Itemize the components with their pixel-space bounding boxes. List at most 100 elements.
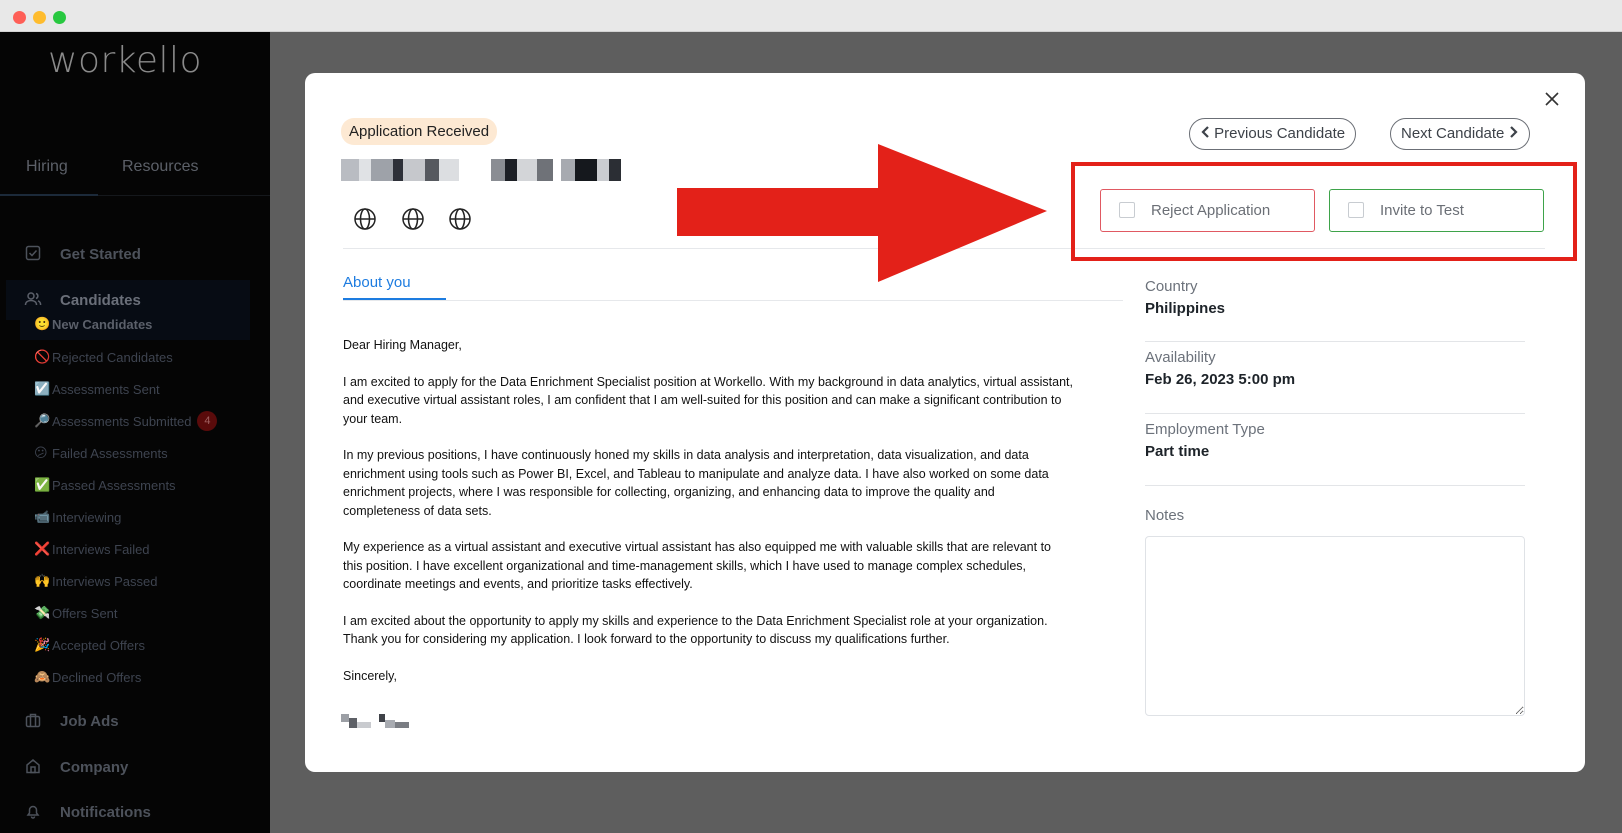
sidebar-item-label: Get Started — [60, 245, 141, 263]
invite-to-test-button[interactable]: Invite to Test — [1329, 189, 1544, 232]
country-field: Country Philippines — [1145, 278, 1525, 317]
previous-candidate-button[interactable]: Previous Candidate — [1189, 118, 1357, 150]
building-icon — [24, 758, 42, 776]
app-window: workello Hiring Resources Get Started Ca… — [0, 0, 1622, 833]
tab-about-you[interactable]: About you — [343, 274, 411, 291]
filter-assessments-sent[interactable]: ☑️ Assessments Sent — [34, 378, 160, 400]
letter-paragraph: I am excited about the opportunity to ap… — [343, 613, 1048, 647]
details-divider — [1145, 341, 1525, 342]
chevron-left-icon — [1200, 119, 1210, 149]
close-window-button[interactable] — [13, 11, 26, 24]
filter-assessments-submitted[interactable]: 🔎 Assessments Submitted 4 — [34, 410, 218, 432]
filter-new-candidates[interactable]: 🙂 New Candidates — [20, 308, 250, 340]
sidebar-item-get-started[interactable]: Get Started — [0, 234, 270, 274]
chevron-right-icon — [1509, 119, 1519, 149]
signature-redacted — [341, 714, 409, 728]
filter-label: Interviews Failed — [52, 541, 150, 557]
invite-to-test-label: Invite to Test — [1380, 202, 1464, 219]
sidebar-item-label: Company — [60, 758, 129, 776]
sidebar-item-notifications[interactable]: Notifications — [0, 792, 270, 832]
bell-icon — [24, 803, 42, 821]
letter-paragraph: Dear Hiring Manager, — [343, 338, 462, 352]
sidebar-tabs: Hiring Resources — [0, 158, 270, 198]
country-value: Philippines — [1145, 300, 1226, 317]
sidebar-item-job-ads[interactable]: Job Ads — [0, 701, 270, 741]
checkbox-icon — [24, 245, 42, 263]
close-modal-button[interactable] — [1541, 89, 1563, 111]
letter-paragraph: My experience as a virtual assistant and… — [343, 540, 1052, 591]
globe-icon[interactable] — [401, 207, 425, 231]
filter-interviewing[interactable]: 📹 Interviewing — [34, 506, 121, 528]
maximize-window-button[interactable] — [53, 11, 66, 24]
filter-label: Passed Assessments — [52, 477, 176, 493]
emoji-icon: 📹 — [34, 509, 51, 524]
candidate-name-redacted — [341, 159, 621, 183]
letter-paragraph: In my previous positions, I have continu… — [343, 448, 1049, 518]
app-logo[interactable]: workello — [48, 40, 202, 81]
candidate-modal: Application Received Previous Candidate … — [305, 73, 1585, 772]
tab-active-underline — [0, 194, 98, 196]
emoji-icon: ✅ — [34, 477, 51, 492]
next-candidate-button[interactable]: Next Candidate — [1390, 118, 1530, 150]
close-icon — [1545, 92, 1559, 106]
filter-label: Failed Assessments — [52, 445, 168, 461]
availability-field: Availability Feb 26, 2023 5:00 pm — [1145, 349, 1525, 388]
users-icon — [24, 291, 42, 309]
reject-application-label: Reject Application — [1151, 202, 1271, 219]
emoji-icon: 💸 — [34, 605, 51, 620]
emoji-icon: 😕 — [34, 445, 48, 460]
availability-label: Availability — [1145, 349, 1216, 366]
filter-label: Assessments Sent — [52, 381, 160, 397]
about-tab-divider — [343, 300, 1123, 301]
filter-declined-offers[interactable]: 🙈 Declined Offers — [34, 666, 141, 688]
globe-icon[interactable] — [353, 207, 377, 231]
filter-interviews-failed[interactable]: ❌ Interviews Failed — [34, 538, 150, 560]
employment-type-value: Part time — [1145, 443, 1210, 460]
globe-icon[interactable] — [448, 207, 472, 231]
emoji-icon: 🙂 — [34, 316, 51, 331]
about-tab-underline — [343, 298, 446, 300]
window-titlebar — [0, 0, 1622, 32]
minimize-window-button[interactable] — [33, 11, 46, 24]
filter-accepted-offers[interactable]: 🎉 Accepted Offers — [34, 634, 145, 656]
letter-paragraph: I am excited to apply for the Data Enric… — [343, 374, 1073, 426]
details-divider — [1145, 485, 1525, 486]
count-badge: 4 — [197, 411, 218, 431]
filter-label: Rejected Candidates — [52, 349, 173, 365]
details-divider — [1145, 413, 1525, 414]
status-badge: Application Received — [341, 118, 498, 145]
tab-resources[interactable]: Resources — [122, 158, 198, 176]
tab-hiring[interactable]: Hiring — [26, 158, 68, 176]
emoji-icon: 🙌 — [34, 573, 51, 588]
emoji-icon: ❌ — [34, 541, 51, 556]
reject-checkbox[interactable] — [1119, 202, 1135, 218]
filter-label: Interviewing — [52, 509, 122, 525]
reject-application-button[interactable]: Reject Application — [1100, 189, 1315, 232]
filter-label: Declined Offers — [52, 669, 142, 685]
filter-offers-sent[interactable]: 💸 Offers Sent — [34, 602, 118, 624]
sidebar-item-company[interactable]: Company — [0, 747, 270, 787]
emoji-icon: 🙈 — [34, 669, 51, 684]
filter-rejected-candidates[interactable]: 🚫 Rejected Candidates — [34, 346, 173, 368]
emoji-icon: ☑️ — [34, 381, 51, 396]
filter-label: Assessments Submitted — [52, 413, 192, 429]
filter-passed-assessments[interactable]: ✅ Passed Assessments — [34, 474, 176, 496]
filter-interviews-passed[interactable]: 🙌 Interviews Passed — [34, 570, 158, 592]
sidebar-item-label: Notifications — [60, 803, 151, 821]
sidebar-item-label: Job Ads — [60, 712, 119, 730]
notes-label: Notes — [1145, 507, 1185, 524]
country-label: Country — [1145, 278, 1198, 295]
filter-label: Accepted Offers — [52, 637, 145, 653]
sidebar-item-label: Candidates — [60, 291, 141, 309]
filter-label: New Candidates — [52, 316, 153, 332]
previous-candidate-label: Previous Candidate — [1214, 125, 1346, 142]
filter-label: Interviews Passed — [52, 573, 158, 589]
notes-textarea[interactable] — [1145, 536, 1525, 716]
filter-failed-assessments[interactable]: 😕 Failed Assessments — [34, 442, 168, 464]
emoji-icon: 🎉 — [34, 637, 51, 652]
emoji-icon: 🚫 — [34, 349, 51, 364]
employment-type-field: Employment Type Part time — [1145, 421, 1525, 460]
invite-checkbox[interactable] — [1348, 202, 1364, 218]
letter-paragraph: Sincerely, — [343, 668, 397, 683]
annotation-arrow — [677, 144, 1047, 282]
